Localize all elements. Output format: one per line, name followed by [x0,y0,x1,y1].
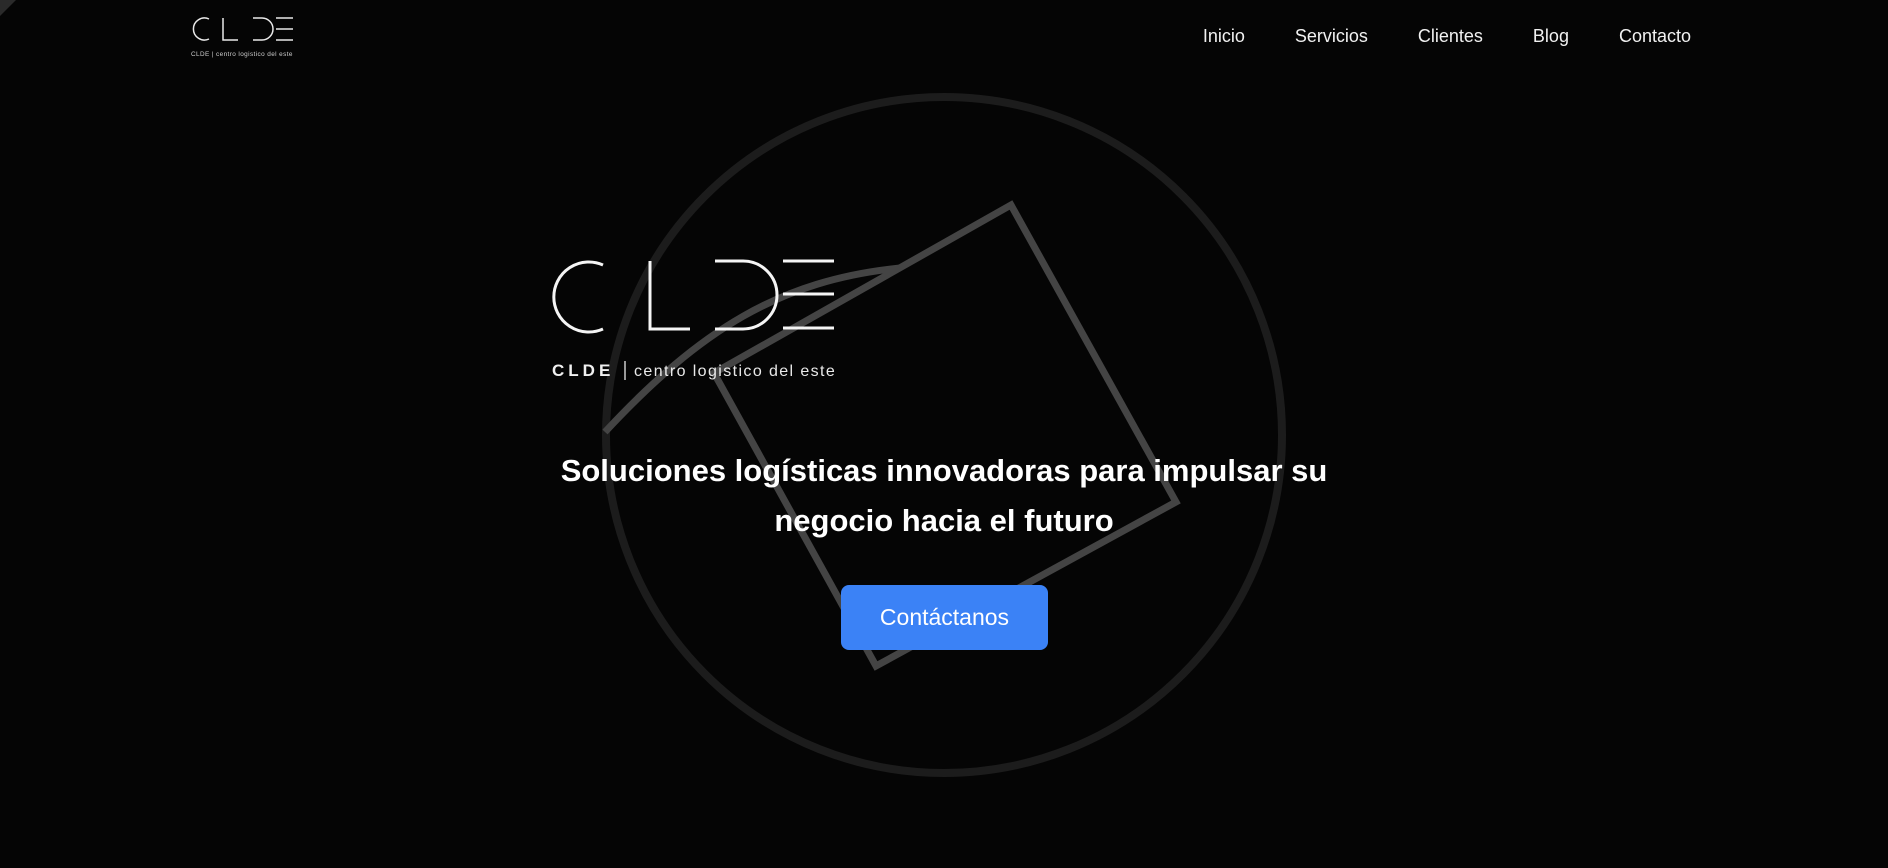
main-navigation: Inicio Servicios Clientes Blog Contacto [1203,22,1691,50]
nav-link-inicio[interactable]: Inicio [1203,22,1245,50]
logo-glyphs-icon [192,17,293,41]
corner-mark-icon [0,0,16,16]
nav-link-contacto[interactable]: Contacto [1619,22,1691,50]
contact-cta-button[interactable]: Contáctanos [841,585,1048,650]
hero-logo-mark-text: CLDE [552,361,614,380]
hero-logo: CLDE centro logistico del este [552,259,836,380]
hero-headline: Soluciones logísticas innovadoras para i… [560,453,1328,538]
nav-link-clientes[interactable]: Clientes [1418,22,1483,50]
hero-logo-glyphs-icon [552,259,834,334]
nav-link-servicios[interactable]: Servicios [1295,22,1368,50]
site-logo[interactable]: CLDE | centro logistico del este [190,15,302,60]
hero-circle-icon [602,93,1286,777]
nav-link-blog[interactable]: Blog [1533,22,1569,50]
hero-background-art [602,93,1286,777]
site-header: CLDE | centro logistico del este Inicio … [0,0,1888,74]
small-logo-tagline: CLDE | centro logistico del este [191,51,293,58]
landing-page: CLDE | centro logistico del este Inicio … [0,0,1888,868]
hero-logo-tagline: centro logistico del este [634,363,836,380]
